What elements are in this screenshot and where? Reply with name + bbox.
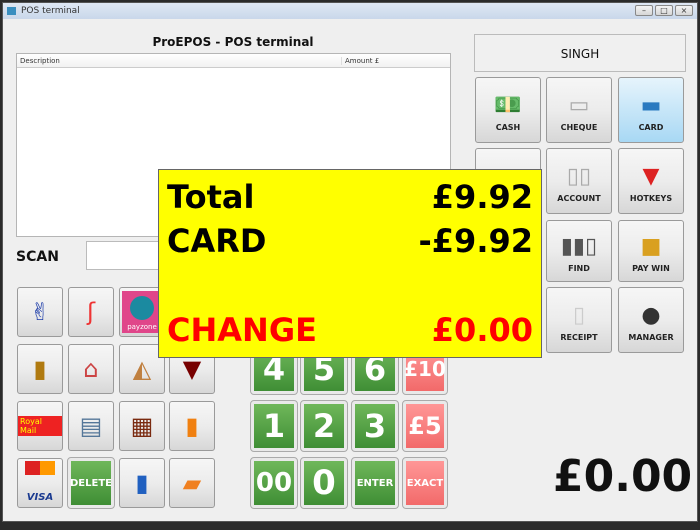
lottery-icon: ✌ bbox=[29, 298, 51, 326]
basket-icon: ▼ bbox=[642, 164, 660, 189]
card-button[interactable]: ▬ CARD bbox=[618, 77, 684, 143]
column-description: Description bbox=[20, 57, 60, 65]
cheque-button[interactable]: ▭ CHEQUE bbox=[546, 77, 612, 143]
treasure-chest-icon: ■ bbox=[640, 234, 662, 259]
royal-mail-button[interactable]: Royal Mail bbox=[17, 401, 63, 451]
card-label: CARD bbox=[167, 222, 267, 260]
soft-drink-button[interactable]: ▮ bbox=[169, 401, 215, 451]
change-value: £0.00 bbox=[431, 311, 533, 349]
page-title: ProEPOS - POS terminal bbox=[152, 35, 314, 49]
payzone-icon: payzone bbox=[122, 291, 162, 333]
house-icon: ⌂ bbox=[83, 355, 99, 383]
account-button[interactable]: ▯▯ ACCOUNT bbox=[546, 148, 612, 214]
cash-button[interactable]: 💵 CASH bbox=[475, 77, 541, 143]
cheque-icon: ▭ bbox=[568, 93, 590, 118]
receipt-icon: ▯ bbox=[572, 303, 586, 328]
newspaper-button[interactable]: ▤ bbox=[68, 401, 114, 451]
display-total: £0.00 bbox=[553, 451, 693, 502]
card-icon: ▬ bbox=[640, 93, 662, 118]
milk-button[interactable]: ▮ bbox=[119, 458, 165, 508]
key-1[interactable]: 1 bbox=[250, 400, 298, 452]
shop-button[interactable]: ▦ bbox=[119, 401, 165, 451]
exact-button[interactable]: EXACT bbox=[402, 457, 448, 509]
mastercard-visa-icon: VISA bbox=[25, 460, 55, 506]
candy-button[interactable]: ʃ bbox=[68, 287, 114, 337]
card-payment-button[interactable]: VISA bbox=[17, 458, 63, 508]
whisky-button[interactable]: ▮ bbox=[17, 344, 63, 394]
find-button[interactable]: ▮▮▯ FIND bbox=[546, 220, 612, 282]
manager-icon: ● bbox=[641, 303, 661, 328]
barcode-search-icon: ▮▮▯ bbox=[560, 234, 598, 259]
card-value: -£9.92 bbox=[418, 222, 534, 260]
key-3[interactable]: 3 bbox=[351, 400, 399, 452]
key-2[interactable]: 2 bbox=[300, 400, 348, 452]
pos-window: POS terminal – □ × ProEPOS - POS termina… bbox=[2, 2, 698, 522]
wine-glass-icon: ▼ bbox=[182, 355, 202, 383]
key-5-pounds[interactable]: £5 bbox=[402, 400, 448, 452]
key-0[interactable]: 0 bbox=[300, 457, 348, 509]
cash-icon: 💵 bbox=[494, 93, 522, 118]
total-value: £9.92 bbox=[431, 178, 533, 216]
delete-button[interactable]: DELETE bbox=[67, 457, 115, 509]
payment-summary-popup[interactable]: Total £9.92 CARD -£9.92 CHANGE £0.00 bbox=[158, 169, 542, 358]
sandwich-icon: ◭ bbox=[132, 355, 152, 383]
shop-icon: ▦ bbox=[130, 412, 154, 440]
maximize-button[interactable]: □ bbox=[655, 5, 673, 16]
total-label: Total bbox=[167, 178, 255, 216]
lottery-button[interactable]: ✌ bbox=[17, 287, 63, 337]
royal-mail-icon: Royal Mail bbox=[18, 416, 62, 436]
operator-name[interactable]: SINGH bbox=[474, 34, 686, 72]
milk-icon: ▮ bbox=[135, 469, 149, 497]
key-00[interactable]: 00 bbox=[250, 457, 298, 509]
bread-icon: ▰ bbox=[182, 469, 202, 497]
minimize-button[interactable]: – bbox=[635, 5, 653, 16]
close-button[interactable]: × bbox=[675, 5, 693, 16]
window-title: POS terminal bbox=[21, 6, 80, 16]
account-book-icon: ▯▯ bbox=[566, 164, 592, 189]
manager-button[interactable]: ● MANAGER bbox=[618, 287, 684, 353]
change-label: CHANGE bbox=[167, 311, 317, 349]
enter-button[interactable]: ENTER bbox=[351, 457, 399, 509]
column-amount: Amount £ bbox=[341, 57, 379, 65]
house-button[interactable]: ⌂ bbox=[68, 344, 114, 394]
candy-cane-icon: ʃ bbox=[86, 298, 96, 326]
title-bar: POS terminal – □ × bbox=[3, 3, 697, 19]
receipt-button[interactable]: ▯ RECEIPT bbox=[546, 287, 612, 353]
app-icon bbox=[7, 7, 16, 15]
table-header: Description Amount £ bbox=[17, 54, 450, 68]
scan-input[interactable] bbox=[86, 241, 166, 270]
whisky-bottle-icon: ▮ bbox=[33, 355, 47, 383]
newspaper-icon: ▤ bbox=[79, 412, 103, 440]
hotkeys-button[interactable]: ▼ HOTKEYS bbox=[618, 148, 684, 214]
pay-win-button[interactable]: ■ PAY WIN bbox=[618, 220, 684, 282]
soft-drink-icon: ▮ bbox=[185, 412, 199, 440]
scan-label: SCAN bbox=[16, 249, 59, 265]
bread-button[interactable]: ▰ bbox=[169, 458, 215, 508]
